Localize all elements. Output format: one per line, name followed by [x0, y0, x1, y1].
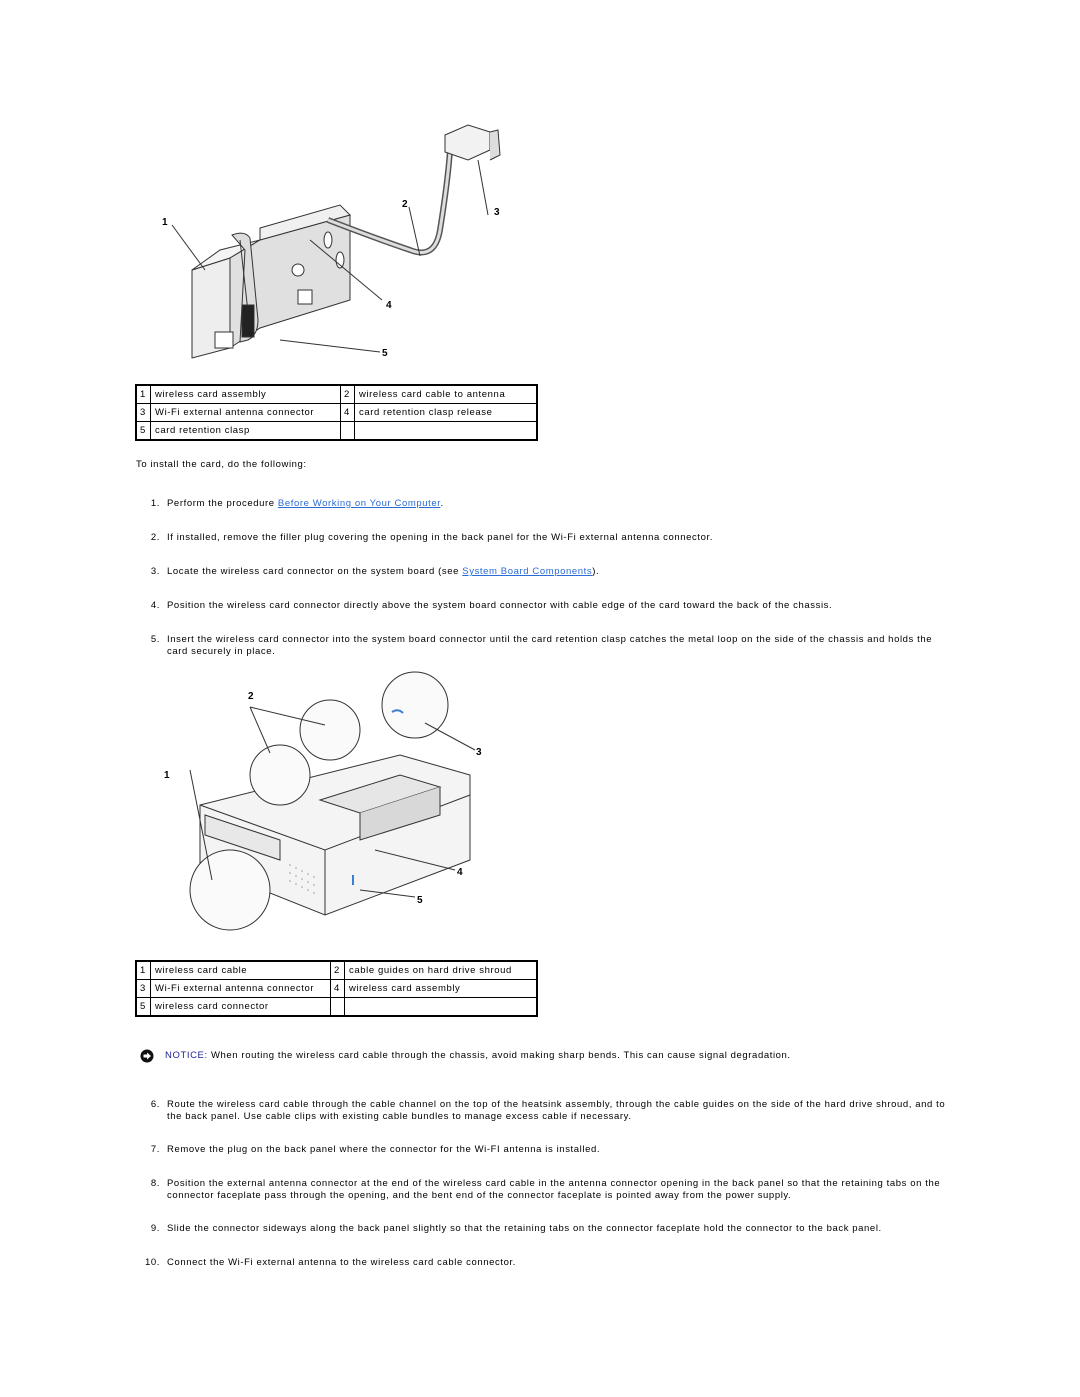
- notice-icon: [140, 1049, 154, 1063]
- callout-4: 4: [386, 300, 392, 311]
- callout-3: 3: [494, 207, 500, 218]
- notice-text: When routing the wireless card cable thr…: [207, 1050, 791, 1061]
- item-label: wireless card cable: [150, 960, 331, 980]
- item-number: 3: [135, 979, 151, 998]
- item-label: wireless card assembly: [344, 979, 538, 998]
- callout-2: 2: [248, 691, 254, 702]
- item-number: 3: [135, 403, 151, 422]
- table-row: 3 Wi-Fi external antenna connector 4 wir…: [135, 979, 538, 998]
- legend-table-1: 1 wireless card assembly 2 wireless card…: [135, 384, 538, 441]
- item-label: card retention clasp release: [354, 403, 538, 422]
- callout-1: 1: [162, 217, 168, 228]
- item-number: 2: [340, 384, 355, 404]
- item-number: 2: [330, 960, 345, 980]
- callout-3: 3: [476, 747, 482, 758]
- item-label: Wi-Fi external antenna connector: [150, 979, 331, 998]
- callout-4: 4: [457, 867, 463, 878]
- item-number: [330, 997, 345, 1017]
- item-label: [344, 997, 538, 1017]
- notice-label: NOTICE:: [165, 1050, 208, 1061]
- item-label: cable guides on hard drive shroud: [344, 960, 538, 980]
- item-number: 1: [135, 960, 151, 980]
- figure-wireless-card-assembly: 1 2 3 4 5: [162, 124, 501, 359]
- item-label: card retention clasp: [150, 421, 341, 441]
- callout-5: 5: [382, 348, 388, 359]
- item-label: Wi-Fi external antenna connector: [150, 403, 341, 422]
- before-working-link[interactable]: Before Working on Your Computer: [278, 498, 441, 509]
- item-number: 1: [135, 384, 151, 404]
- intro-text: To install the card, do the following:: [136, 459, 307, 470]
- figure-cable-routing: 1 2 3 4 5: [164, 671, 482, 931]
- notice-callout: NOTICE: When routing the wireless card c…: [140, 1049, 900, 1065]
- table-row: 5 card retention clasp: [135, 421, 538, 441]
- table-row: 1 wireless card cable 2 cable guides on …: [135, 960, 538, 980]
- callout-1: 1: [164, 770, 170, 781]
- table-row: 3 Wi-Fi external antenna connector 4 car…: [135, 403, 538, 422]
- legend-table-2: 1 wireless card cable 2 cable guides on …: [135, 960, 538, 1017]
- item-label: [354, 421, 538, 441]
- item-label: wireless card connector: [150, 997, 331, 1017]
- item-number: 4: [340, 403, 355, 422]
- system-board-components-link[interactable]: System Board Components: [462, 566, 592, 577]
- callout-5: 5: [417, 895, 423, 906]
- item-number: [340, 421, 355, 441]
- table-row: 1 wireless card assembly 2 wireless card…: [135, 384, 538, 404]
- table-row: 5 wireless card connector: [135, 997, 538, 1017]
- item-label: wireless card cable to antenna: [354, 384, 538, 404]
- item-number: 5: [135, 997, 151, 1017]
- item-number: 5: [135, 421, 151, 441]
- item-label: wireless card assembly: [150, 384, 341, 404]
- item-number: 4: [330, 979, 345, 998]
- callout-2: 2: [402, 199, 408, 210]
